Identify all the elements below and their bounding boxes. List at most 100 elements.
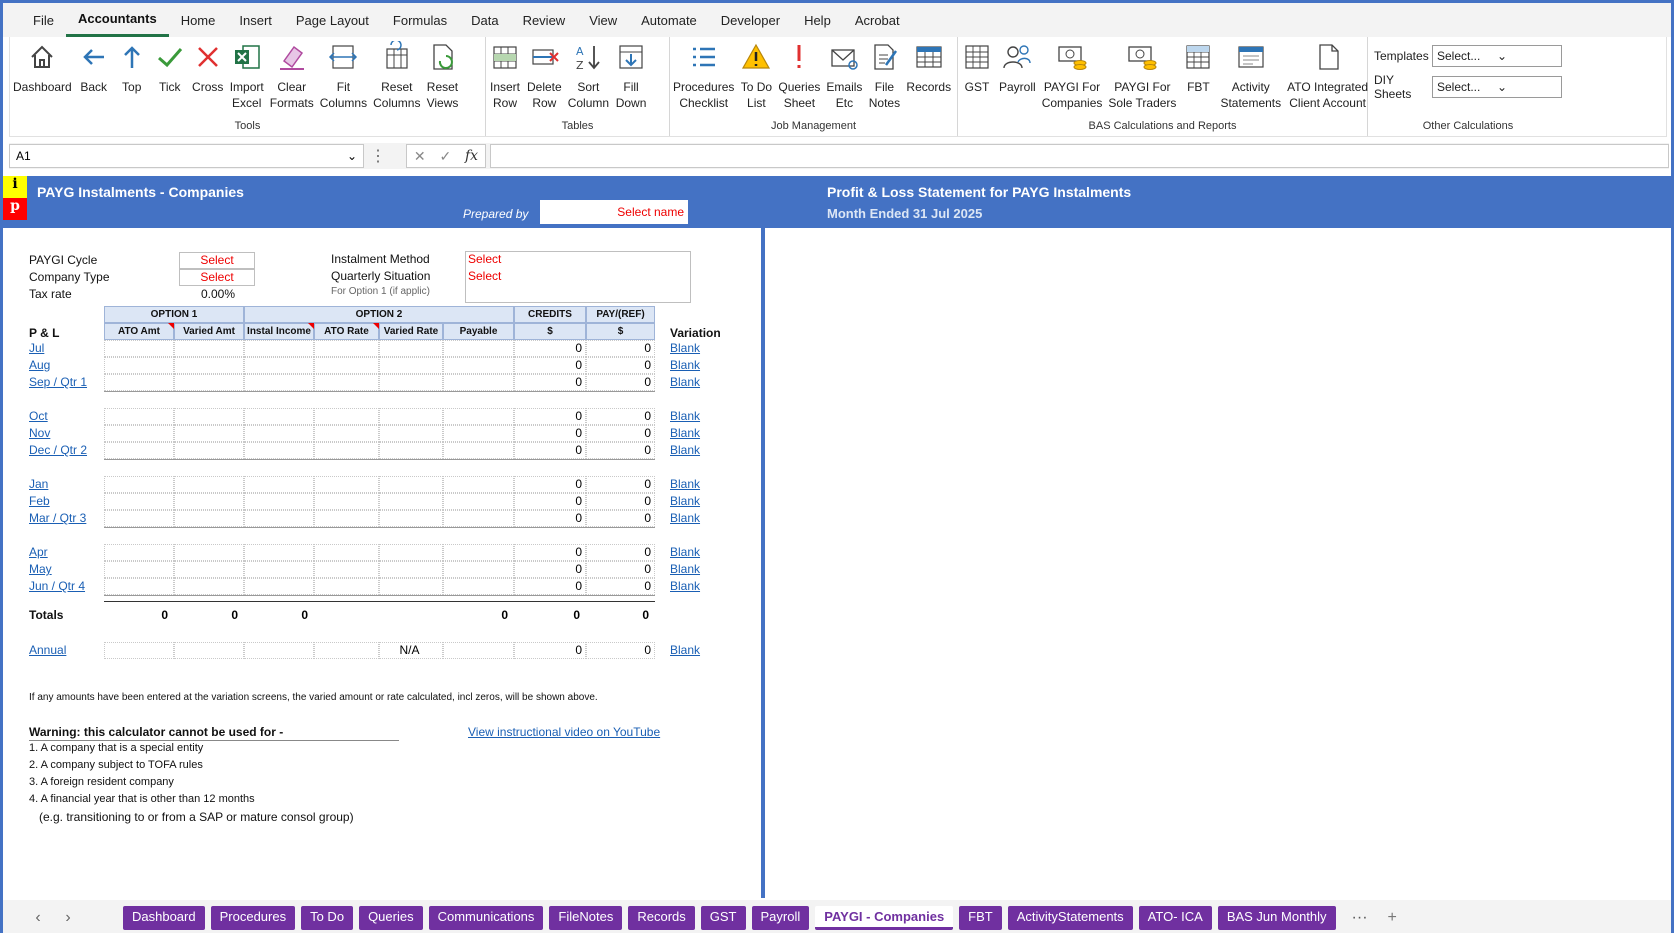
paygi-for-companies-button[interactable]: PAYGI For Companies [1039, 41, 1106, 115]
insert-function-icon[interactable]: fx [465, 148, 478, 164]
table-cell[interactable] [314, 578, 379, 595]
table-cell[interactable] [244, 510, 314, 527]
reset-columns-button[interactable]: Reset Columns [370, 39, 423, 115]
menu-home[interactable]: Home [169, 3, 228, 37]
tab-paygi-companies[interactable]: PAYGI - Companies [815, 906, 954, 930]
table-cell[interactable]: 0 [586, 340, 655, 357]
table-cell[interactable]: 0 [514, 408, 586, 425]
name-box[interactable]: A1 ⌄ [9, 144, 364, 168]
procedures-checklist-button[interactable]: Procedures Checklist [670, 41, 737, 115]
table-cell[interactable] [244, 374, 314, 391]
menu-automate[interactable]: Automate [629, 3, 709, 37]
table-cell[interactable] [443, 561, 514, 578]
table-cell[interactable]: 0 [514, 476, 586, 493]
month-link-aug[interactable]: Aug [29, 358, 50, 372]
table-cell[interactable] [104, 544, 174, 561]
menu-page-layout[interactable]: Page Layout [284, 3, 381, 37]
table-cell[interactable] [314, 425, 379, 442]
table-cell[interactable] [379, 510, 443, 527]
table-cell[interactable] [443, 476, 514, 493]
table-cell[interactable]: 0 [586, 561, 655, 578]
tab-records[interactable]: Records [628, 906, 695, 930]
templates-select[interactable]: Select... ⌄ [1432, 45, 1562, 67]
tab-fbt[interactable]: FBT [959, 906, 1002, 930]
table-cell[interactable] [314, 374, 379, 391]
instalment-method-select[interactable]: Select [468, 252, 501, 266]
paygi-cycle-select[interactable]: Select [179, 252, 255, 269]
annual-cell[interactable] [174, 642, 244, 659]
tab-activitystatements[interactable]: ActivityStatements [1007, 906, 1133, 930]
emails-etc-button[interactable]: Emails Etc [823, 41, 865, 115]
table-cell[interactable]: 0 [586, 408, 655, 425]
fbt-button[interactable]: FBT [1179, 41, 1217, 115]
month-link-mar-qtr-3[interactable]: Mar / Qtr 3 [29, 511, 86, 525]
ato-integrated-client-account-button[interactable]: ATO Integrated Client Account [1284, 41, 1371, 115]
table-cell[interactable] [104, 425, 174, 442]
table-cell[interactable]: 0 [586, 578, 655, 595]
table-cell[interactable] [443, 493, 514, 510]
variation-link[interactable]: Blank [670, 341, 700, 355]
month-link-dec-qtr-2[interactable]: Dec / Qtr 2 [29, 443, 87, 457]
table-cell[interactable] [379, 442, 443, 459]
activity-statements-button[interactable]: Activity Statements [1217, 41, 1284, 115]
table-cell[interactable] [379, 476, 443, 493]
table-cell[interactable] [314, 510, 379, 527]
records-button[interactable]: Records [903, 41, 954, 115]
table-cell[interactable] [443, 442, 514, 459]
annual-cell[interactable]: N/A [379, 642, 443, 659]
table-cell[interactable] [443, 510, 514, 527]
sort-column-button[interactable]: A Z Sort Column [565, 41, 612, 115]
table-cell[interactable] [314, 544, 379, 561]
enter-icon[interactable]: ✓ [439, 148, 451, 165]
formula-input[interactable] [490, 144, 1669, 168]
table-cell[interactable] [244, 493, 314, 510]
month-link-feb[interactable]: Feb [29, 494, 50, 508]
table-cell[interactable] [379, 425, 443, 442]
tick-button[interactable]: Tick [151, 41, 189, 115]
variation-link[interactable]: Blank [670, 358, 700, 372]
table-cell[interactable] [244, 340, 314, 357]
table-cell[interactable] [244, 442, 314, 459]
reset-views-button[interactable]: Reset Views [423, 41, 461, 115]
tab-to-do[interactable]: To Do [301, 906, 354, 930]
table-cell[interactable]: 0 [514, 561, 586, 578]
menu-view[interactable]: View [577, 3, 629, 37]
table-cell[interactable] [443, 425, 514, 442]
variation-link[interactable]: Blank [670, 545, 700, 559]
table-cell[interactable] [104, 357, 174, 374]
table-cell[interactable]: 0 [514, 340, 586, 357]
table-cell[interactable] [443, 544, 514, 561]
tab-dashboard[interactable]: Dashboard [123, 906, 205, 930]
insert-row-button[interactable]: Insert Row [486, 41, 524, 115]
table-cell[interactable]: 0 [514, 510, 586, 527]
table-cell[interactable] [314, 408, 379, 425]
paygi-for-sole-traders-button[interactable]: PAYGI For Sole Traders [1105, 41, 1179, 115]
delete-row-button[interactable]: Delete Row [524, 41, 565, 115]
annual-cell[interactable] [244, 642, 314, 659]
file-notes-button[interactable]: File Notes [865, 41, 903, 115]
annual-cell[interactable]: 0 [586, 642, 655, 659]
table-cell[interactable] [174, 340, 244, 357]
table-cell[interactable] [244, 408, 314, 425]
table-cell[interactable]: 0 [586, 357, 655, 374]
table-cell[interactable]: 0 [586, 425, 655, 442]
table-cell[interactable] [379, 340, 443, 357]
info-badge[interactable]: i [3, 176, 27, 198]
table-cell[interactable] [379, 544, 443, 561]
menu-formulas[interactable]: Formulas [381, 3, 459, 37]
menu-acrobat[interactable]: Acrobat [843, 3, 912, 37]
month-link-jul[interactable]: Jul [29, 341, 44, 355]
prepared-by-select[interactable]: Select name [540, 200, 688, 224]
table-cell[interactable] [443, 340, 514, 357]
table-cell[interactable] [379, 408, 443, 425]
table-cell[interactable] [174, 578, 244, 595]
table-cell[interactable] [104, 374, 174, 391]
table-cell[interactable] [244, 578, 314, 595]
table-cell[interactable] [104, 408, 174, 425]
queries-sheet-button[interactable]: Queries Sheet [775, 41, 823, 115]
table-cell[interactable]: 0 [514, 493, 586, 510]
quarterly-situation-select[interactable]: Select [468, 269, 501, 283]
table-cell[interactable] [379, 578, 443, 595]
table-cell[interactable] [174, 374, 244, 391]
table-cell[interactable] [379, 357, 443, 374]
